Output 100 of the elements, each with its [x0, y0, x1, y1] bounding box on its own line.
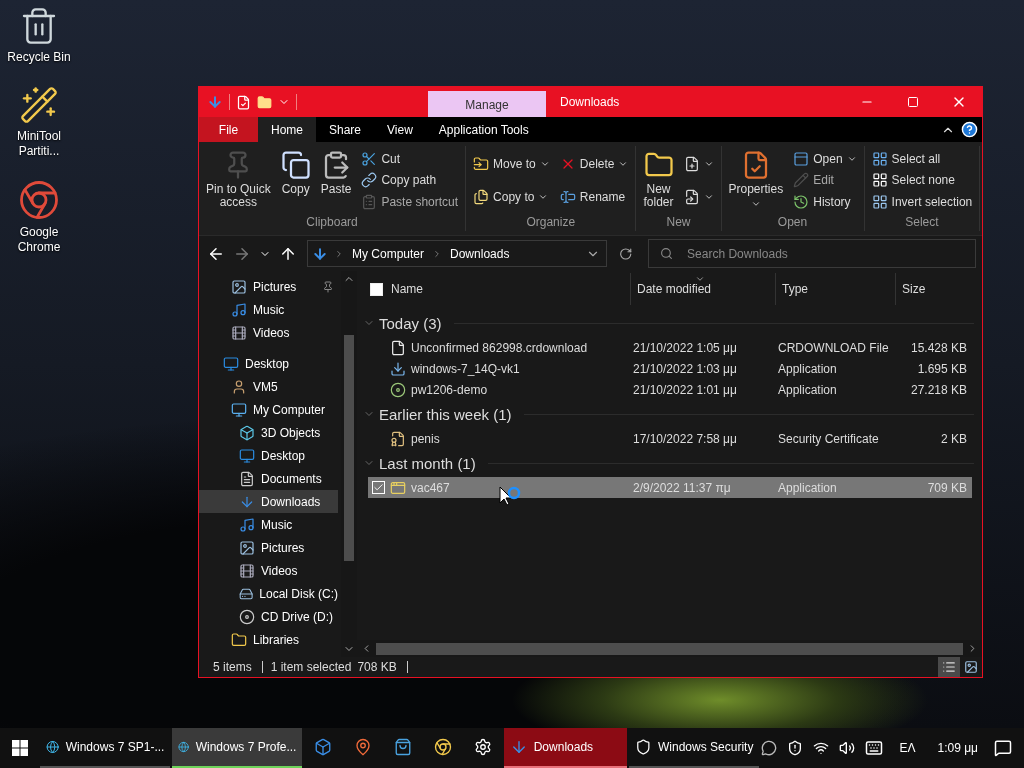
context-tab[interactable]: Manage	[428, 91, 546, 117]
notifications-icon[interactable]	[994, 739, 1012, 757]
clock[interactable]: 1:09 μμ	[937, 741, 978, 755]
tree-item[interactable]: VM5	[199, 375, 338, 398]
taskbar-button[interactable]: Windows 7 SP1-...	[40, 728, 171, 768]
group-header[interactable]: Last month (1)	[379, 454, 476, 472]
column-header[interactable]: Name	[362, 273, 630, 305]
ribbon-button[interactable]: History	[790, 193, 860, 212]
help-icon[interactable]	[961, 121, 978, 138]
column-header[interactable]: Size	[895, 273, 975, 305]
folder-icon[interactable]	[257, 94, 272, 110]
file-row[interactable]: penis 17/10/2022 7:58 μμ Security Certificate 2 KB	[368, 428, 972, 449]
ribbon-button[interactable]: Properties	[725, 146, 787, 215]
file-name: windows-7_14Q-vk1	[411, 361, 520, 376]
group-header[interactable]: Earlier this week (1)	[379, 405, 512, 423]
keyboard-icon[interactable]	[865, 739, 884, 757]
shield-icon[interactable]	[787, 740, 804, 756]
chat-bubble-icon[interactable]	[761, 740, 778, 756]
desktop-shortcut[interactable]: Recycle Bin	[2, 6, 76, 65]
picture-icon	[239, 539, 255, 556]
tree-item[interactable]: Videos	[199, 321, 338, 344]
file-menu-tab[interactable]: File	[199, 117, 258, 142]
file-row[interactable]: Unconfirmed 862998.crdownload 21/10/2022 1:05 μμ CRDOWNLOAD File 15.428 KB	[368, 337, 972, 358]
view-button[interactable]	[938, 657, 960, 677]
ribbon-button[interactable]: Copy	[277, 146, 314, 215]
tree-item[interactable]: Videos	[199, 559, 338, 582]
window-icon	[793, 150, 810, 167]
globe-icon	[46, 738, 60, 756]
group-label: New	[665, 215, 692, 231]
refresh-icon[interactable]	[618, 246, 633, 261]
group-header[interactable]: Today (3)	[379, 314, 442, 332]
desktop-shortcut[interactable]: Google Chrome	[2, 179, 76, 255]
person-icon	[231, 378, 247, 395]
tree-item[interactable]: 3D Objects	[199, 421, 338, 444]
tree-item[interactable]: Music	[199, 513, 338, 536]
ribbon-button[interactable]: Delete	[556, 155, 632, 174]
taskbar-button[interactable]: Windows Security	[629, 728, 760, 768]
scrollbar-thumb[interactable]	[376, 642, 963, 655]
type-cell-text: Application	[777, 382, 838, 397]
list-icon	[942, 660, 956, 674]
pencil-icon	[793, 172, 810, 189]
ribbon-button[interactable]: Select all	[868, 149, 976, 168]
map-pin-icon	[354, 738, 373, 756]
group-label: Select	[904, 215, 940, 231]
picture-icon	[231, 278, 247, 295]
tree-item[interactable]: Desktop	[199, 352, 338, 375]
taskbar-button[interactable]: Windows 7 Profe...	[172, 728, 303, 768]
file-name: penis	[411, 431, 440, 446]
search-field[interactable]: Search Downloads	[648, 239, 976, 268]
taskbar-button[interactable]: Downloads	[503, 728, 628, 768]
language-indicator[interactable]: ΕΛ	[899, 741, 916, 755]
checkbox[interactable]	[370, 282, 383, 296]
ribbon-button[interactable]: Invert selection	[868, 193, 976, 212]
tree-item[interactable]: Desktop	[199, 444, 338, 467]
date-cell-text: 17/10/2022 7:58 μμ	[632, 431, 738, 446]
group-label: Organize	[525, 215, 577, 231]
window-title: Downloads	[559, 94, 621, 111]
scrollbar-thumb[interactable]	[344, 335, 354, 561]
ribbon-button[interactable]: Cut	[358, 149, 462, 168]
tree-item[interactable]: Pictures	[199, 275, 338, 298]
volume-icon[interactable]	[839, 740, 856, 756]
caret-icon	[750, 199, 761, 209]
file-row[interactable]: windows-7_14Q-vk1 21/10/2022 1:03 μμ Application 1.695 KB	[368, 358, 972, 379]
checked-page-icon[interactable]	[236, 94, 251, 110]
status-text: 1 item selected	[270, 660, 352, 674]
tree-item[interactable]: Documents	[199, 467, 338, 490]
breadcrumb[interactable]: My Computer	[350, 246, 427, 261]
address-bar[interactable]: My Computer Downloads	[307, 240, 607, 267]
tree-item[interactable]: My Computer	[199, 398, 338, 421]
monitor-icon	[231, 401, 247, 418]
network-icon[interactable]	[813, 740, 830, 756]
clock-icon	[793, 194, 810, 211]
file-row[interactable]: pw1206-demo 21/10/2022 1:01 μμ Application 27.218 KB	[368, 379, 972, 400]
desktop-shortcut[interactable]: MiniTool Partiti...	[2, 85, 76, 159]
column-header[interactable]: Type	[775, 273, 895, 305]
ribbon-tab[interactable]: Home	[258, 117, 316, 142]
ribbon-button[interactable]: Copy to	[470, 187, 553, 206]
type-cell-text: CRDOWNLOAD File	[777, 340, 890, 355]
ribbon-button[interactable]: Select none	[868, 171, 976, 190]
tree-item[interactable]: Music	[199, 298, 338, 321]
folder-arrow-icon	[473, 156, 490, 173]
tree-item[interactable]: Libraries	[199, 628, 338, 651]
ribbon-button[interactable]: New folder	[640, 146, 677, 215]
tree-item[interactable]: Downloads	[199, 490, 338, 513]
app-window-icon	[390, 479, 406, 496]
tree-item[interactable]: Pictures	[199, 536, 338, 559]
search-icon	[660, 247, 674, 260]
ribbon-button[interactable]: Rename	[556, 187, 632, 206]
settings-icon	[473, 738, 492, 756]
tree-item[interactable]: Local Disk (C:)	[199, 582, 338, 605]
ribbon-button[interactable]: Open	[790, 149, 860, 168]
ribbon-button[interactable]: Move to	[470, 155, 553, 174]
disc-icon	[239, 608, 255, 625]
tree-item[interactable]: CD Drive (D:)	[199, 605, 338, 628]
column-header[interactable]: Date modified	[630, 273, 775, 305]
ribbon-button[interactable]: Paste	[317, 146, 355, 215]
ribbon-button[interactable]: Copy path	[358, 171, 462, 190]
grid-icon	[871, 194, 888, 211]
folder-icon	[231, 631, 247, 648]
breadcrumb[interactable]: Downloads	[448, 246, 512, 261]
